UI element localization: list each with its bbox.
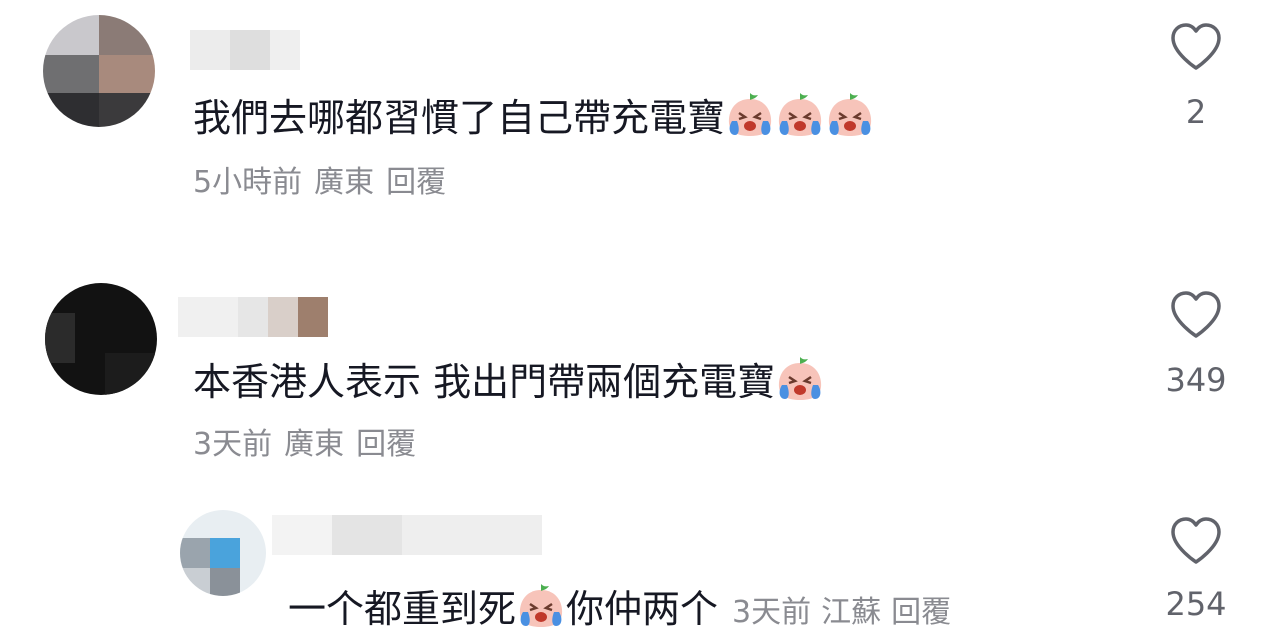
like-button[interactable]: 254 (1156, 516, 1236, 624)
heart-icon[interactable] (1169, 22, 1223, 72)
like-button[interactable]: 349 (1156, 290, 1236, 400)
comment-meta: 5小時前 廣東 回覆 (193, 163, 458, 203)
heart-icon[interactable] (1169, 516, 1223, 566)
comment-location: 廣東 (284, 427, 345, 462)
reply-button[interactable]: 回覆 (891, 595, 951, 630)
crying-face-emoji (725, 91, 775, 137)
comment-item: 本香港人表示 我出門帶兩個充電寶 3天前 廣東 回覆 349 (0, 262, 1284, 502)
comment-time: 3天前 (193, 427, 273, 462)
comment-location: 江蘇 (821, 595, 882, 630)
comment-item: 我們去哪都習慣了自己帶充電寶 5小時前 廣東 回覆 2 (0, 0, 1284, 260)
comment-location: 廣東 (314, 165, 375, 200)
crying-face-emoji (516, 582, 566, 628)
crying-face-emoji (775, 355, 825, 401)
heart-icon[interactable] (1169, 290, 1223, 340)
crying-face-emoji (775, 91, 825, 137)
comment-text: 本香港人表示 我出門帶兩個充電寶 (193, 355, 825, 406)
comment-text: 我們去哪都習慣了自己帶充電寶 (193, 91, 875, 142)
like-count: 254 (1165, 585, 1227, 623)
username-blurred[interactable] (178, 297, 328, 337)
comment-text: 一个都重到死 你仲两个 3天前 江蘇 回覆 (288, 582, 961, 637)
avatar[interactable] (45, 283, 157, 395)
reply-button[interactable]: 回覆 (386, 165, 446, 200)
avatar[interactable] (180, 510, 266, 596)
like-button[interactable]: 2 (1156, 22, 1236, 132)
comment-time: 3天前 (732, 595, 812, 630)
reply-item: 一个都重到死 你仲两个 3天前 江蘇 回覆 254 (0, 502, 1284, 639)
comment-meta: 3天前 江蘇 回覆 (732, 595, 961, 630)
reply-button[interactable]: 回覆 (356, 427, 416, 462)
like-count: 349 (1165, 361, 1227, 399)
comment-meta: 3天前 廣東 回覆 (193, 425, 428, 465)
crying-face-emoji (825, 91, 875, 137)
like-count: 2 (1185, 93, 1207, 131)
comment-time: 5小時前 (193, 165, 303, 200)
username-blurred[interactable] (180, 30, 320, 70)
username-blurred[interactable] (272, 515, 542, 555)
avatar[interactable] (43, 15, 155, 127)
